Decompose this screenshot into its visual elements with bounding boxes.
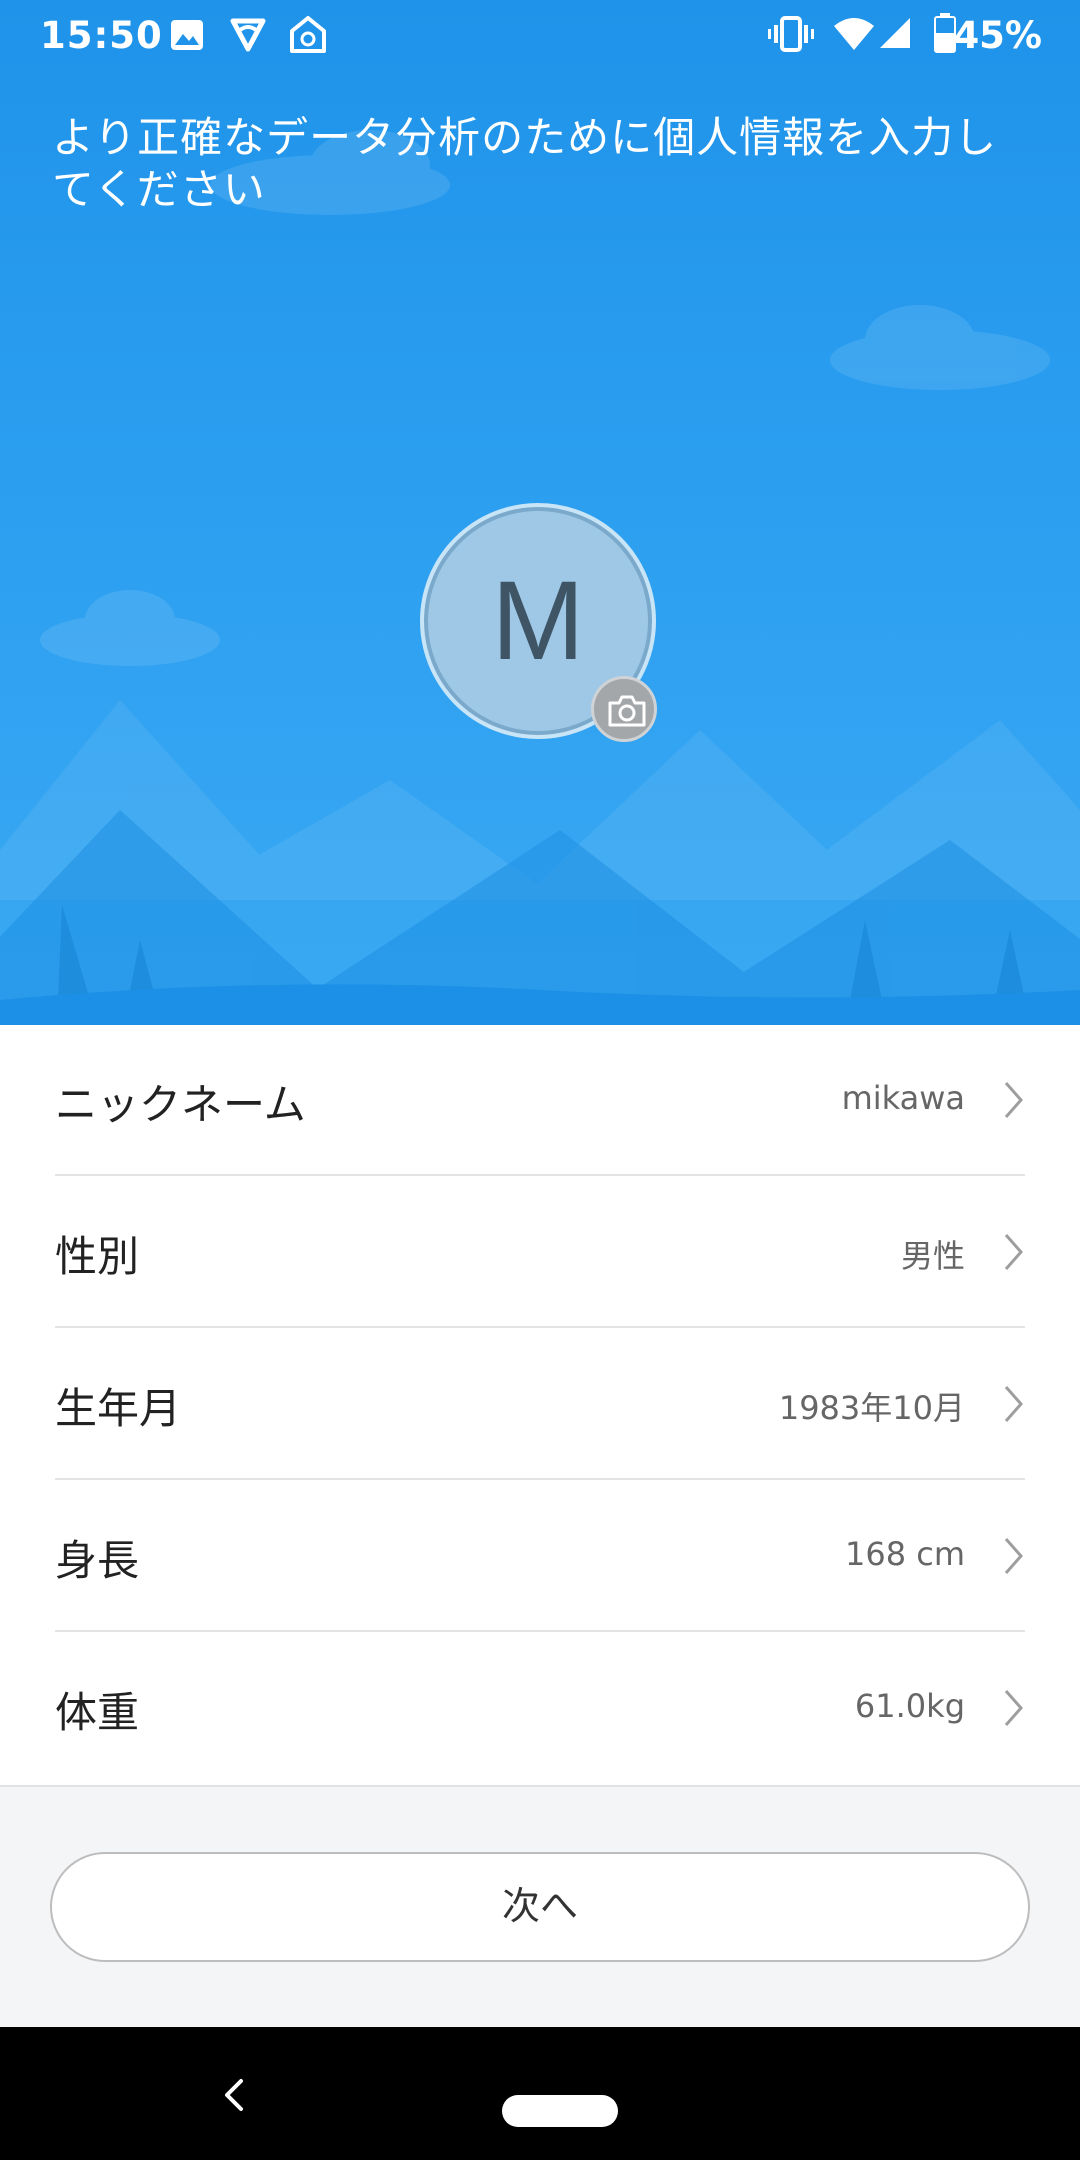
row-value: 男性 — [900, 1237, 965, 1275]
row-label: ニックネーム — [55, 1080, 306, 1129]
chevron-right-icon — [1004, 1386, 1024, 1422]
profile-list: ニックネーム mikawa 性別 男性 生年月 1983年10月 身長 168 … — [0, 1025, 1080, 1785]
row-label: 体重 — [55, 1688, 140, 1737]
chevron-right-icon — [1004, 1538, 1024, 1574]
chevron-right-icon — [1004, 1690, 1024, 1726]
status-time: 15:50 — [40, 14, 163, 57]
navigation-bar — [0, 2027, 1080, 2160]
row-value: 61.0kg — [854, 1687, 965, 1725]
birth-month-row[interactable]: 生年月 1983年10月 — [55, 1329, 1025, 1480]
divider — [55, 1326, 1025, 1328]
next-button[interactable]: 次へ — [50, 1852, 1030, 1962]
battery-percent: 45% — [953, 14, 1042, 57]
row-value: 1983年10月 — [778, 1389, 965, 1427]
swiftkey-icon — [230, 18, 266, 52]
gender-row[interactable]: 性別 男性 — [55, 1177, 1025, 1328]
nickname-row[interactable]: ニックネーム mikawa — [55, 1025, 1025, 1176]
status-bar: 15:50 45% — [0, 0, 1080, 70]
change-photo-button[interactable] — [591, 676, 657, 742]
cell-signal-icon — [880, 18, 910, 48]
row-label: 生年月 — [55, 1384, 182, 1433]
intro-message: より正確なデータ分析のために個人情報を入力してください — [52, 113, 998, 214]
divider — [55, 1630, 1025, 1632]
row-label: 性別 — [55, 1232, 140, 1281]
divider — [55, 1174, 1025, 1176]
vibrate-icon — [768, 16, 814, 52]
back-icon[interactable] — [221, 2075, 247, 2115]
image-icon — [171, 20, 203, 50]
weight-row[interactable]: 体重 61.0kg — [55, 1633, 1025, 1784]
row-label: 身長 — [55, 1536, 140, 1585]
chevron-right-icon — [1004, 1234, 1024, 1270]
divider — [55, 1478, 1025, 1480]
hero-banner: 15:50 45% より正確なデータ分析のために個人情報を入力してください M — [0, 0, 1080, 1025]
wifi-icon — [834, 18, 874, 50]
chevron-right-icon — [1004, 1082, 1024, 1118]
home-shield-icon — [290, 16, 326, 53]
height-row[interactable]: 身長 168 cm — [55, 1481, 1025, 1632]
home-pill-icon[interactable] — [502, 2095, 618, 2127]
row-value: 168 cm — [844, 1535, 965, 1573]
camera-icon — [608, 695, 646, 727]
row-value: mikawa — [841, 1079, 965, 1117]
